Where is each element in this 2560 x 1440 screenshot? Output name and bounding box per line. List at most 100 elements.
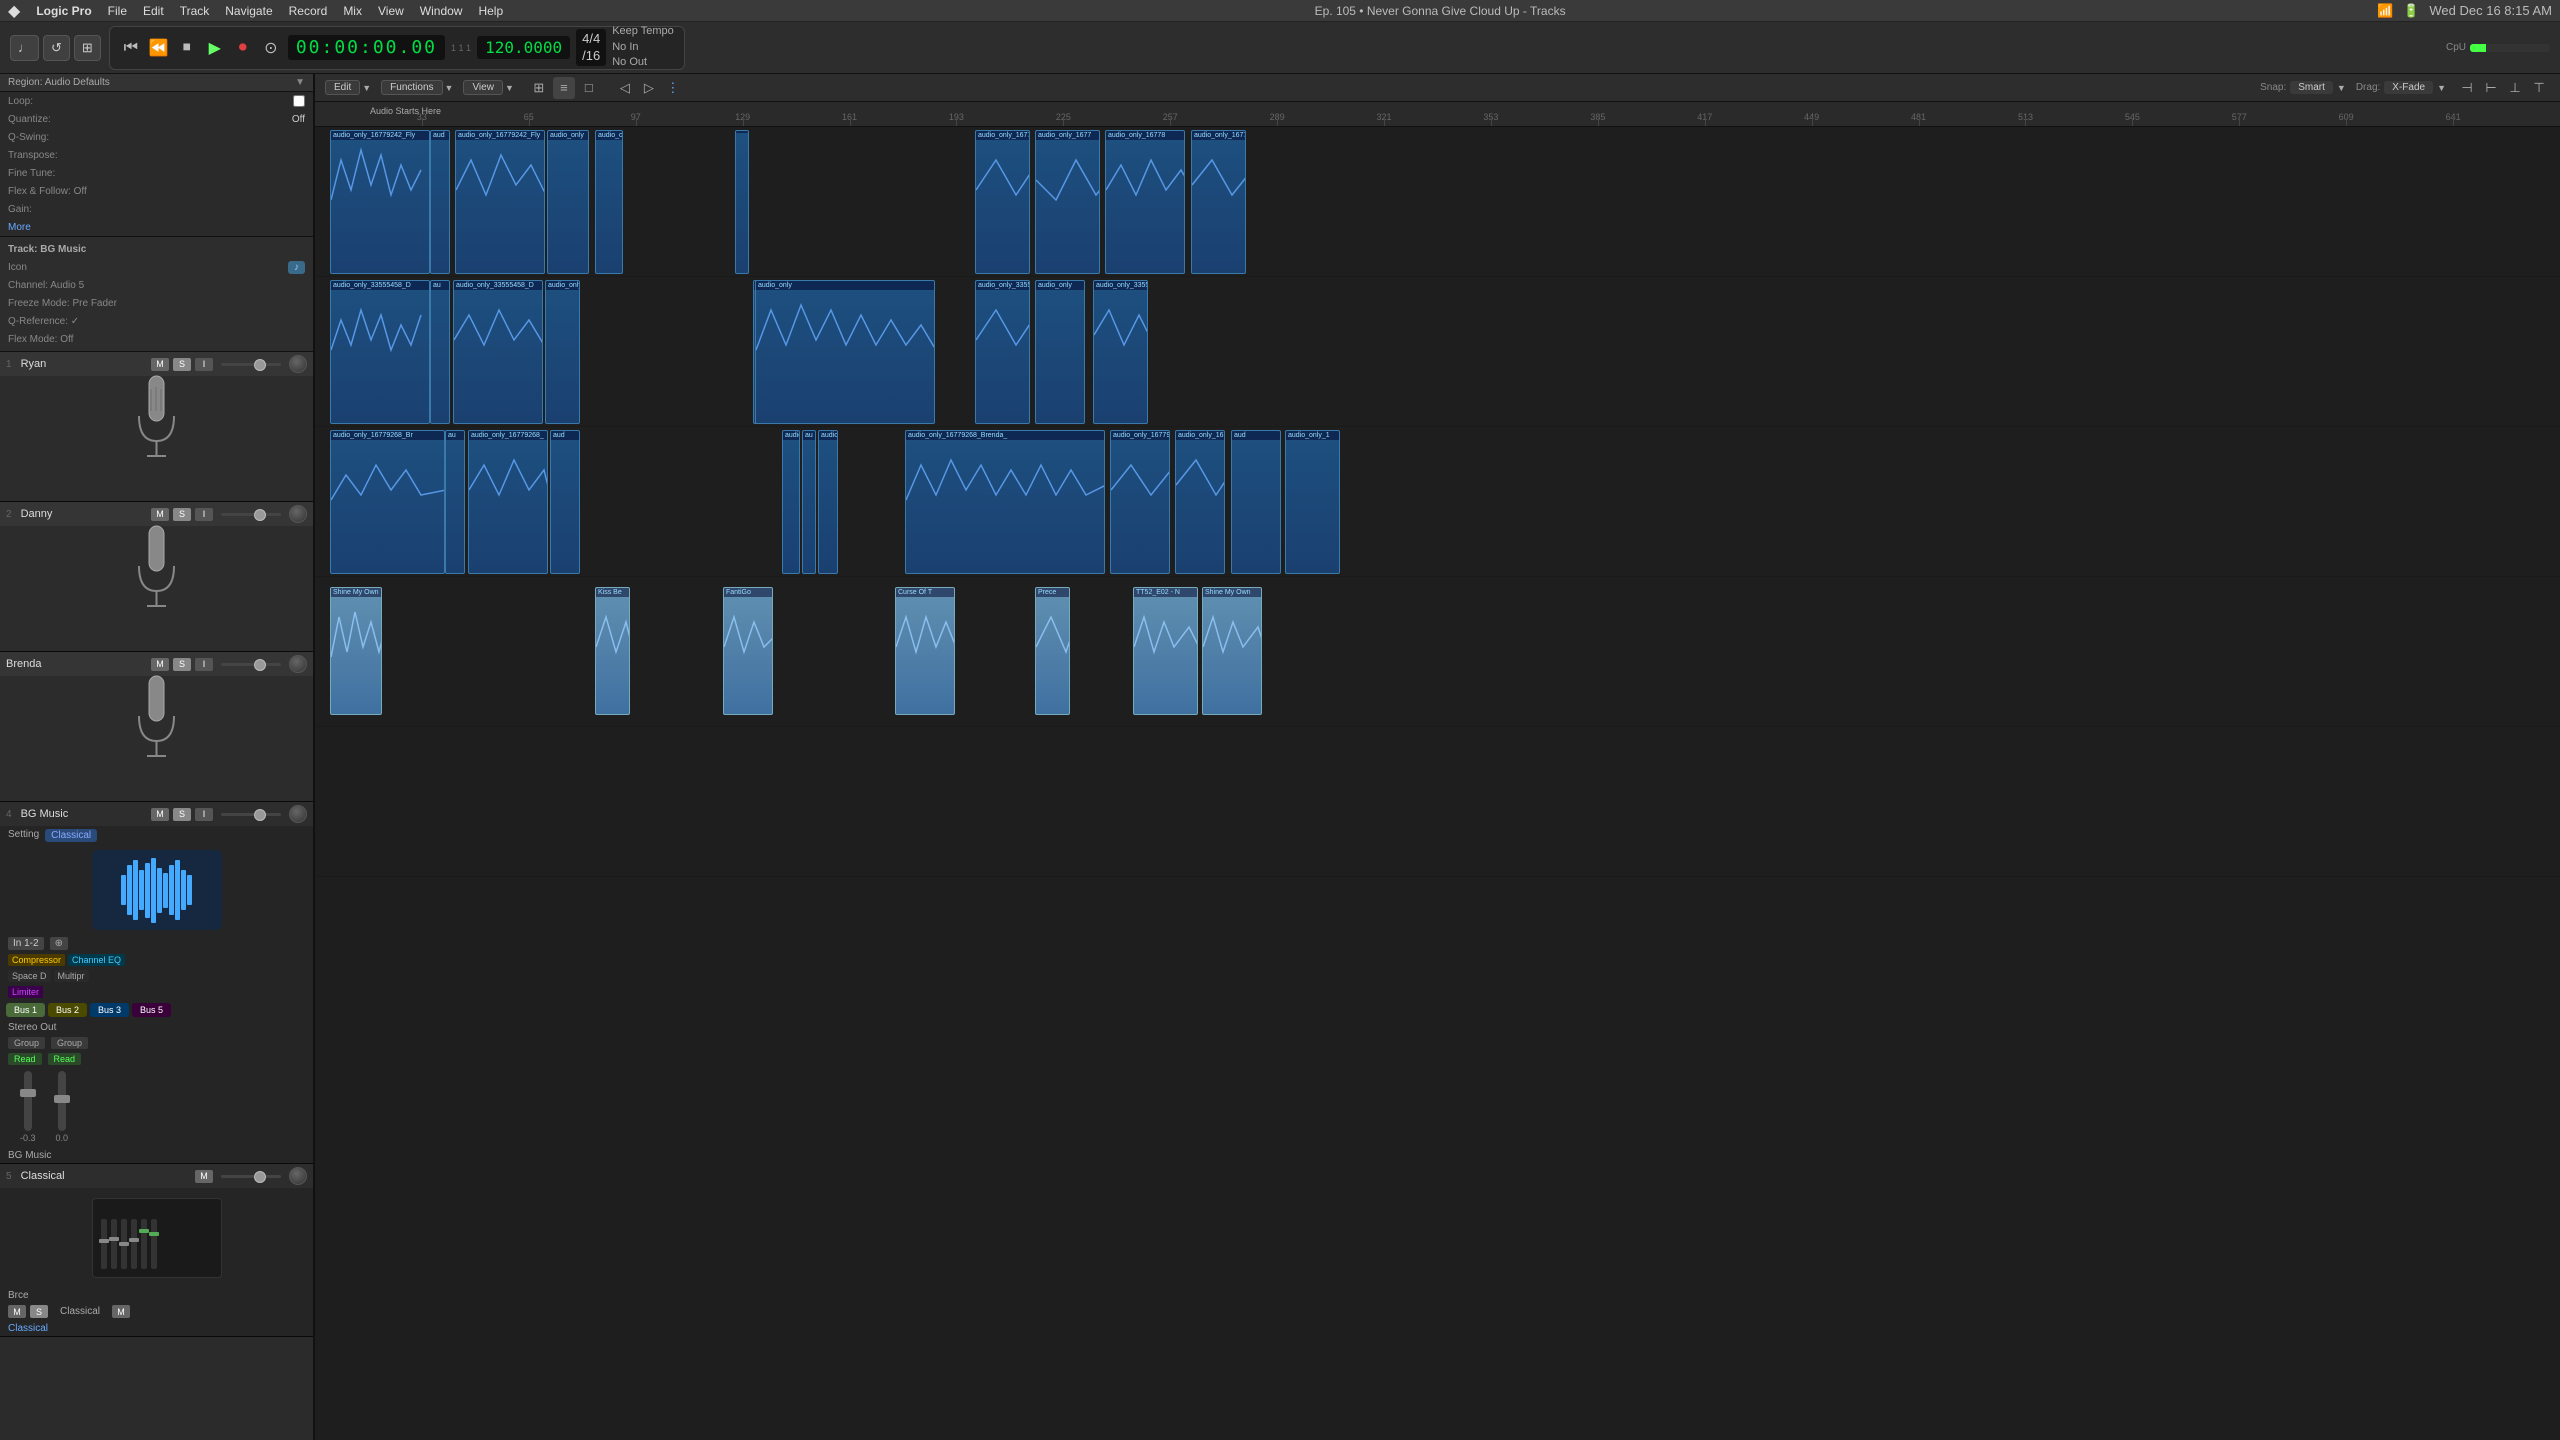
cm-fader-1-thumb[interactable] (99, 1239, 109, 1243)
clip-ryan-6[interactable] (735, 130, 749, 274)
metronome-btn[interactable]: ♩ (10, 35, 39, 61)
brenda-fader-thumb[interactable] (254, 659, 266, 671)
clip-danny-r3[interactable]: audio_only_3355 (1093, 280, 1148, 424)
clip-bgm-5[interactable]: Prece (1035, 587, 1070, 715)
bgmusic-out-badge[interactable]: ⊕ (50, 937, 68, 950)
brenda-pan[interactable] (289, 655, 307, 673)
loop-checkbox[interactable] (293, 95, 305, 107)
grid-btn[interactable]: ⊞ (74, 35, 101, 61)
menu-view[interactable]: View (378, 4, 404, 18)
danny-input[interactable]: I (195, 508, 213, 521)
bgmusic-read-btn2[interactable]: Read (48, 1053, 82, 1065)
resize-icon-4[interactable]: ⊤ (2528, 77, 2550, 99)
clip-brenda-3[interactable]: audio_only_16779268_ (468, 430, 548, 574)
cm-fader-5[interactable] (141, 1219, 147, 1269)
space-d-plugin[interactable]: Space D (8, 970, 51, 982)
classical-pan[interactable] (289, 1167, 307, 1185)
clip-brenda-6[interactable]: au (802, 430, 816, 574)
cm-fader-1[interactable] (101, 1219, 107, 1269)
classical-fader[interactable] (221, 1175, 281, 1178)
bgmusic-fader-thumb[interactable] (254, 809, 266, 821)
clip-danny-r1[interactable]: audio_only_3355545 (975, 280, 1030, 424)
menu-navigate[interactable]: Navigate (225, 4, 272, 18)
bus3-btn[interactable]: Bus 3 (90, 1003, 129, 1017)
bgmusic-fader[interactable] (221, 813, 281, 816)
menu-file[interactable]: File (108, 4, 127, 18)
danny-fader-thumb[interactable] (254, 509, 266, 521)
limiter-plugin[interactable]: Limiter (8, 986, 43, 998)
bgmusic-group-btn2[interactable]: Group (51, 1037, 88, 1049)
clip-brenda-4[interactable]: aud (550, 430, 580, 574)
cm-fader-3-thumb[interactable] (119, 1242, 129, 1246)
view-btn[interactable]: View (463, 80, 503, 95)
clip-ryan-3[interactable]: audio_only_16779242_Fly (455, 130, 545, 274)
bgmusic-input[interactable]: I (195, 808, 213, 821)
clip-ryan-9[interactable]: audio_only_16778 (1105, 130, 1185, 274)
functions-btn[interactable]: Functions (381, 80, 442, 95)
menu-logicpro[interactable]: Logic Pro (36, 4, 91, 18)
ryan-fader[interactable] (221, 363, 281, 366)
bgmusic-send-fader-v-thumb[interactable] (54, 1095, 70, 1103)
resize-icon-2[interactable]: ⊢ (2480, 77, 2502, 99)
clip-brenda-r4[interactable]: audio_only_1 (1285, 430, 1340, 574)
bgmusic-fader-v-thumb[interactable] (20, 1089, 36, 1097)
clip-brenda-1[interactable]: audio_only_16779268_Br (330, 430, 445, 574)
cm-fader-5-thumb[interactable] (139, 1229, 149, 1233)
clip-ryan-8[interactable]: audio_only_1677 (1035, 130, 1100, 274)
menu-window[interactable]: Window (420, 4, 463, 18)
ryan-mute[interactable]: M (151, 358, 169, 371)
classical-mute[interactable]: M (195, 1170, 213, 1183)
clip-brenda-r3[interactable]: aud (1231, 430, 1281, 574)
clip-brenda-5[interactable]: audio_on (782, 430, 800, 574)
cm-fader-6-thumb[interactable] (149, 1232, 159, 1236)
cm-fader-2-thumb[interactable] (109, 1237, 119, 1241)
clip-bgm-7[interactable]: Shine My Own (1202, 587, 1262, 715)
loop-btn[interactable]: ↺ (43, 35, 70, 61)
ryan-input[interactable]: I (195, 358, 213, 371)
record-btn[interactable]: ⏺ (232, 39, 254, 57)
ryan-pan[interactable] (289, 355, 307, 373)
channel-eq-plugin[interactable]: Channel EQ (68, 954, 125, 966)
menu-mix[interactable]: Mix (343, 4, 362, 18)
menu-record[interactable]: Record (289, 4, 328, 18)
inspector-collapse[interactable]: ▼ (295, 77, 305, 88)
clip-danny-1[interactable]: audio_only_33555458_D (330, 280, 430, 424)
ryan-solo[interactable]: S (173, 358, 191, 371)
cm-fader-2[interactable] (111, 1219, 117, 1269)
bus2-btn[interactable]: Bus 2 (48, 1003, 87, 1017)
rewind-btn[interactable]: ⏮ (120, 39, 142, 57)
clip-bgm-6[interactable]: TT52_E02 - N (1133, 587, 1198, 715)
bgmusic-mute[interactable]: M (151, 808, 169, 821)
bgmusic-solo[interactable]: S (173, 808, 191, 821)
bgmusic-send-fader-v[interactable] (58, 1071, 66, 1131)
cm-fader-4[interactable] (131, 1219, 137, 1269)
cm-fader-6[interactable] (151, 1219, 157, 1269)
zoom-in-icon[interactable]: ◁ (614, 77, 636, 99)
clip-brenda-7[interactable]: audio_o (818, 430, 838, 574)
danny-mute[interactable]: M (151, 508, 169, 521)
menu-edit[interactable]: Edit (143, 4, 164, 18)
clip-brenda-r1[interactable]: audio_only_16779268_ (1110, 430, 1170, 574)
clip-bgm-2[interactable]: Kiss Be (595, 587, 630, 715)
resize-icon-1[interactable]: ⊣ (2456, 77, 2478, 99)
clip-ryan-1[interactable]: audio_only_16779242_Fly (330, 130, 430, 274)
menu-help[interactable]: Help (478, 4, 503, 18)
clip-brenda-big[interactable]: audio_only_16779268_Brenda_ (905, 430, 1105, 574)
icon-value[interactable]: ♪ (288, 261, 305, 274)
brenda-fader[interactable] (221, 663, 281, 666)
lane-view-icon[interactable]: ≡ (553, 77, 575, 99)
back-btn[interactable]: ⏪ (148, 38, 170, 58)
list-view-icon[interactable]: ⊞ (528, 77, 550, 99)
clip-danny-big[interactable]: audio_only (755, 280, 935, 424)
play-btn[interactable]: ▶ (204, 38, 226, 58)
clip-bgm-3[interactable]: FantiGo (723, 587, 773, 715)
clip-brenda-2[interactable]: au (445, 430, 465, 574)
classical-m2-btn[interactable]: M (112, 1305, 130, 1318)
bgmusic-group-btn[interactable]: Group (8, 1037, 45, 1049)
bpm-display[interactable]: 120.0000 (477, 36, 570, 59)
time-sig-display[interactable]: 4/4 /16 (576, 29, 606, 67)
clip-danny-4[interactable]: audio_only (545, 280, 580, 424)
more-label[interactable]: More (8, 222, 31, 233)
compressor-plugin[interactable]: Compressor (8, 954, 65, 966)
clip-danny-3[interactable]: audio_only_33555458_D (453, 280, 543, 424)
